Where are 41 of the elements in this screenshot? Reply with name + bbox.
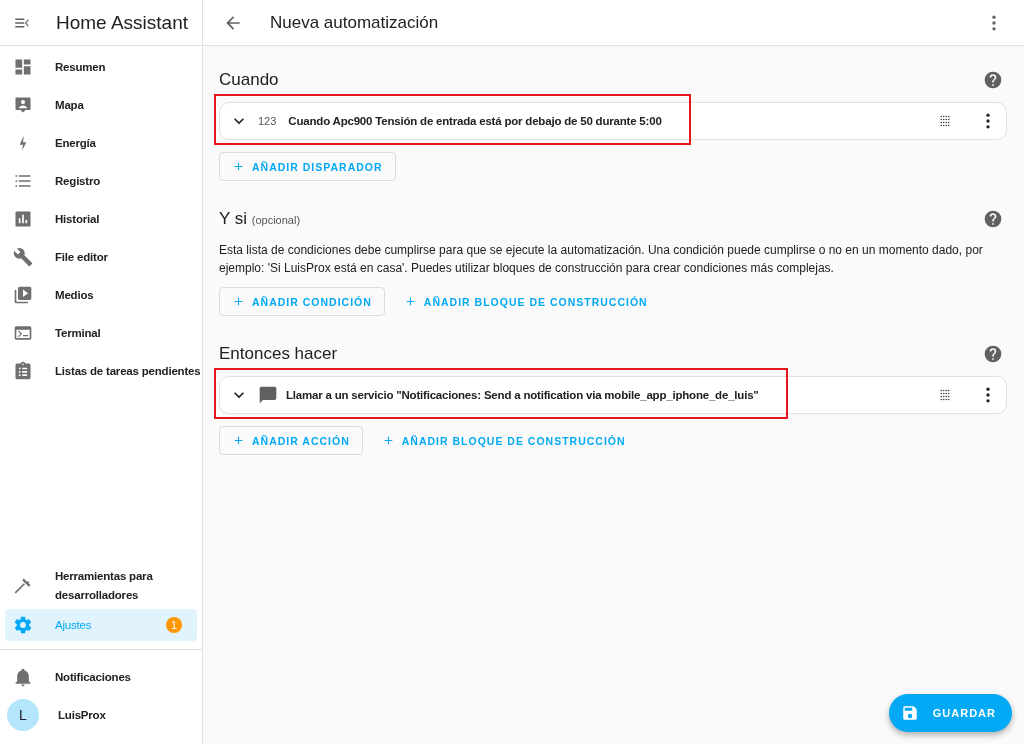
plus-icon: [232, 434, 245, 447]
sidebar-item[interactable]: Registro: [5, 162, 197, 200]
sidebar-item[interactable]: Mapa: [5, 86, 197, 124]
bell-icon: [13, 667, 33, 687]
section-description: Esta lista de condiciones debe cumplirse para que se ejecute la automatización. Una condición puede cumplirse o no en un momento dado, por ejemplo: 'Si LuisProx está en casa'. Puedes utilizar bloques de construcción para crear condiciones más complejas.: [219, 242, 984, 277]
section-title: Cuando: [219, 70, 279, 90]
automation-row[interactable]: Llamar a un servicio "Notificaciones: Send a notification via mobile_app_iphone_de_luis": [219, 376, 1007, 414]
clipboard-icon: [13, 361, 33, 381]
notifications-item[interactable]: Notificaciones: [5, 658, 197, 696]
dashboard-icon: [13, 57, 33, 77]
app-title: Home Assistant: [56, 11, 188, 34]
bar-chart-icon: [13, 209, 33, 229]
speech-bubble-icon: [258, 385, 278, 405]
hammer-icon: [13, 576, 33, 596]
wrench-icon: [13, 247, 33, 267]
numeric-icon: 123: [258, 115, 277, 127]
sidebar-item[interactable]: Herramientas para desarrolladores: [5, 563, 197, 609]
plus-icon: [232, 295, 245, 308]
section-title: Entonces hacer: [219, 344, 338, 364]
terminal-icon: [13, 323, 33, 343]
sidebar-item[interactable]: Terminal: [5, 314, 197, 352]
sidebar-item[interactable]: Historial: [5, 200, 197, 238]
section-title: Y si (opcional): [219, 209, 301, 229]
play-icon: [13, 285, 33, 305]
sidebar-item[interactable]: File editor: [5, 238, 197, 276]
notification-badge: 1: [166, 617, 182, 633]
settings-icon: [13, 615, 33, 635]
plus-icon: [232, 160, 245, 173]
help-icon[interactable]: [983, 70, 1003, 90]
page-title: Nueva automatización: [270, 12, 439, 33]
automation-row[interactable]: 123 Cuando Apc900 Tensión de entrada está por debajo de 50 durante 5:00: [219, 102, 1007, 140]
user-avatar[interactable]: L: [7, 699, 39, 731]
help-icon[interactable]: [983, 209, 1003, 229]
sidebar-item[interactable]: Medios: [5, 276, 197, 314]
row-text: Llamar a un servicio "Notificaciones: Send a notification via mobile_app_iphone_de_luis": [286, 389, 759, 401]
help-icon[interactable]: [983, 344, 1003, 364]
map-pin-icon: [13, 95, 33, 115]
row-text: Cuando Apc900 Tensión de entrada está por debajo de 50 durante 5:00: [288, 115, 662, 127]
user-name[interactable]: LuisProx: [58, 705, 106, 725]
sidebar-item[interactable]: Resumen: [5, 48, 197, 86]
sidebar-item[interactable]: Energía: [5, 124, 197, 162]
